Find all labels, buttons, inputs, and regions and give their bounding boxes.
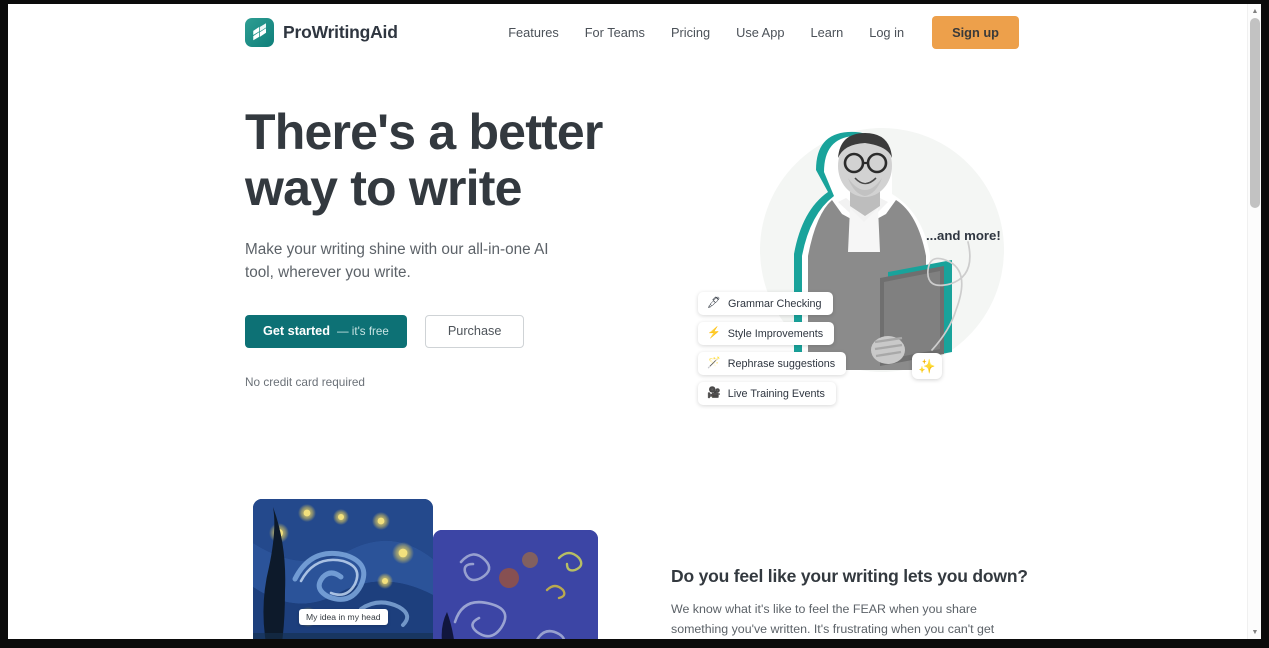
feature-chip-style-improvements: ⚡ Style Improvements: [698, 322, 835, 345]
quill-pen-icon: 🖋: [707, 297, 721, 309]
scroll-up-arrow-icon[interactable]: ▲: [1248, 4, 1261, 18]
browser-window-frame: ProWritingAid Features For Teams Pricing…: [0, 0, 1269, 648]
lower-section-body: We know what it's like to feel the FEAR …: [671, 602, 995, 636]
scrollbar-thumb[interactable]: [1250, 18, 1260, 208]
window-chrome-right: [1261, 0, 1269, 648]
feature-chip-label: Grammar Checking: [727, 297, 822, 310]
childlike-drawing: [433, 530, 598, 639]
sparkle-icon: ✨: [912, 353, 942, 379]
hero-section: There's a better way to write Make your …: [8, 60, 1247, 480]
lets-you-down-section: My idea in my head Do you feel like your…: [8, 494, 1247, 639]
hero-subtitle: Make your writing shine with our all-in-…: [245, 241, 549, 282]
lower-copy-block: Do you feel like your writing lets you d…: [671, 566, 1028, 639]
get-started-label: Get started: [263, 324, 330, 338]
curved-arrow-icon: [927, 241, 971, 351]
feature-chip-grammar-checking: 🖋 Grammar Checking: [698, 292, 833, 315]
hero-copy-block: There's a better way to write Make your …: [245, 104, 645, 389]
lightning-bolt-icon: ⚡: [707, 327, 721, 339]
nav-item-use-app[interactable]: Use App: [723, 17, 797, 48]
nav-item-for-teams[interactable]: For Teams: [572, 17, 658, 48]
brand-name: ProWritingAid: [283, 21, 398, 42]
get-started-button[interactable]: Get started — it's free: [245, 314, 407, 348]
brand-logo-link[interactable]: ProWritingAid: [245, 17, 398, 47]
no-credit-card-note: No credit card required: [245, 374, 365, 389]
idea-in-my-head-caption: My idea in my head: [299, 609, 388, 625]
feature-chip-label: Rephrase suggestions: [727, 357, 836, 370]
nav-item-learn[interactable]: Learn: [797, 17, 856, 48]
window-chrome-bottom: [0, 639, 1269, 648]
hero-illustration: ...and more! ✨ 🖋 Grammar Checking ⚡ Styl…: [676, 110, 1026, 410]
nav-item-log-in[interactable]: Log in: [856, 17, 917, 48]
get-started-suffix: — it's free: [336, 324, 389, 338]
nav-item-features[interactable]: Features: [495, 17, 572, 48]
feature-chip-label: Style Improvements: [727, 327, 824, 340]
scroll-down-arrow-icon[interactable]: ▼: [1248, 625, 1261, 639]
and-more-callout: ...and more!: [926, 228, 1001, 243]
feature-chip-label: Live Training Events: [727, 387, 825, 400]
purchase-button[interactable]: Purchase: [424, 314, 525, 348]
window-chrome-left: [0, 0, 8, 648]
feature-chip-live-training-events: 🎥 Live Training Events: [698, 382, 836, 405]
hero-title-line-1: There's a better: [245, 104, 603, 160]
hero-title: There's a better way to write: [245, 104, 645, 216]
magic-wand-icon: 🪄: [707, 357, 721, 369]
main-navigation: Features For Teams Pricing Use App Learn…: [495, 15, 1019, 49]
book-logo-icon: [245, 17, 274, 47]
nav-item-pricing[interactable]: Pricing: [658, 17, 723, 48]
hero-title-line-2: way to write: [245, 160, 522, 216]
site-header: ProWritingAid Features For Teams Pricing…: [8, 4, 1247, 60]
movie-camera-icon: 🎥: [707, 387, 721, 399]
hero-action-buttons: Get started — it's free Purchase: [245, 314, 645, 348]
lower-section-title: Do you feel like your writing lets you d…: [671, 566, 1028, 586]
vertical-scrollbar[interactable]: ▲ ▼: [1247, 4, 1261, 639]
web-page-content: ProWritingAid Features For Teams Pricing…: [8, 4, 1247, 639]
page-viewport: ProWritingAid Features For Teams Pricing…: [8, 4, 1261, 639]
sign-up-button[interactable]: Sign up: [932, 15, 1019, 49]
feature-chip-rephrase-suggestions: 🪄 Rephrase suggestions: [698, 352, 847, 375]
